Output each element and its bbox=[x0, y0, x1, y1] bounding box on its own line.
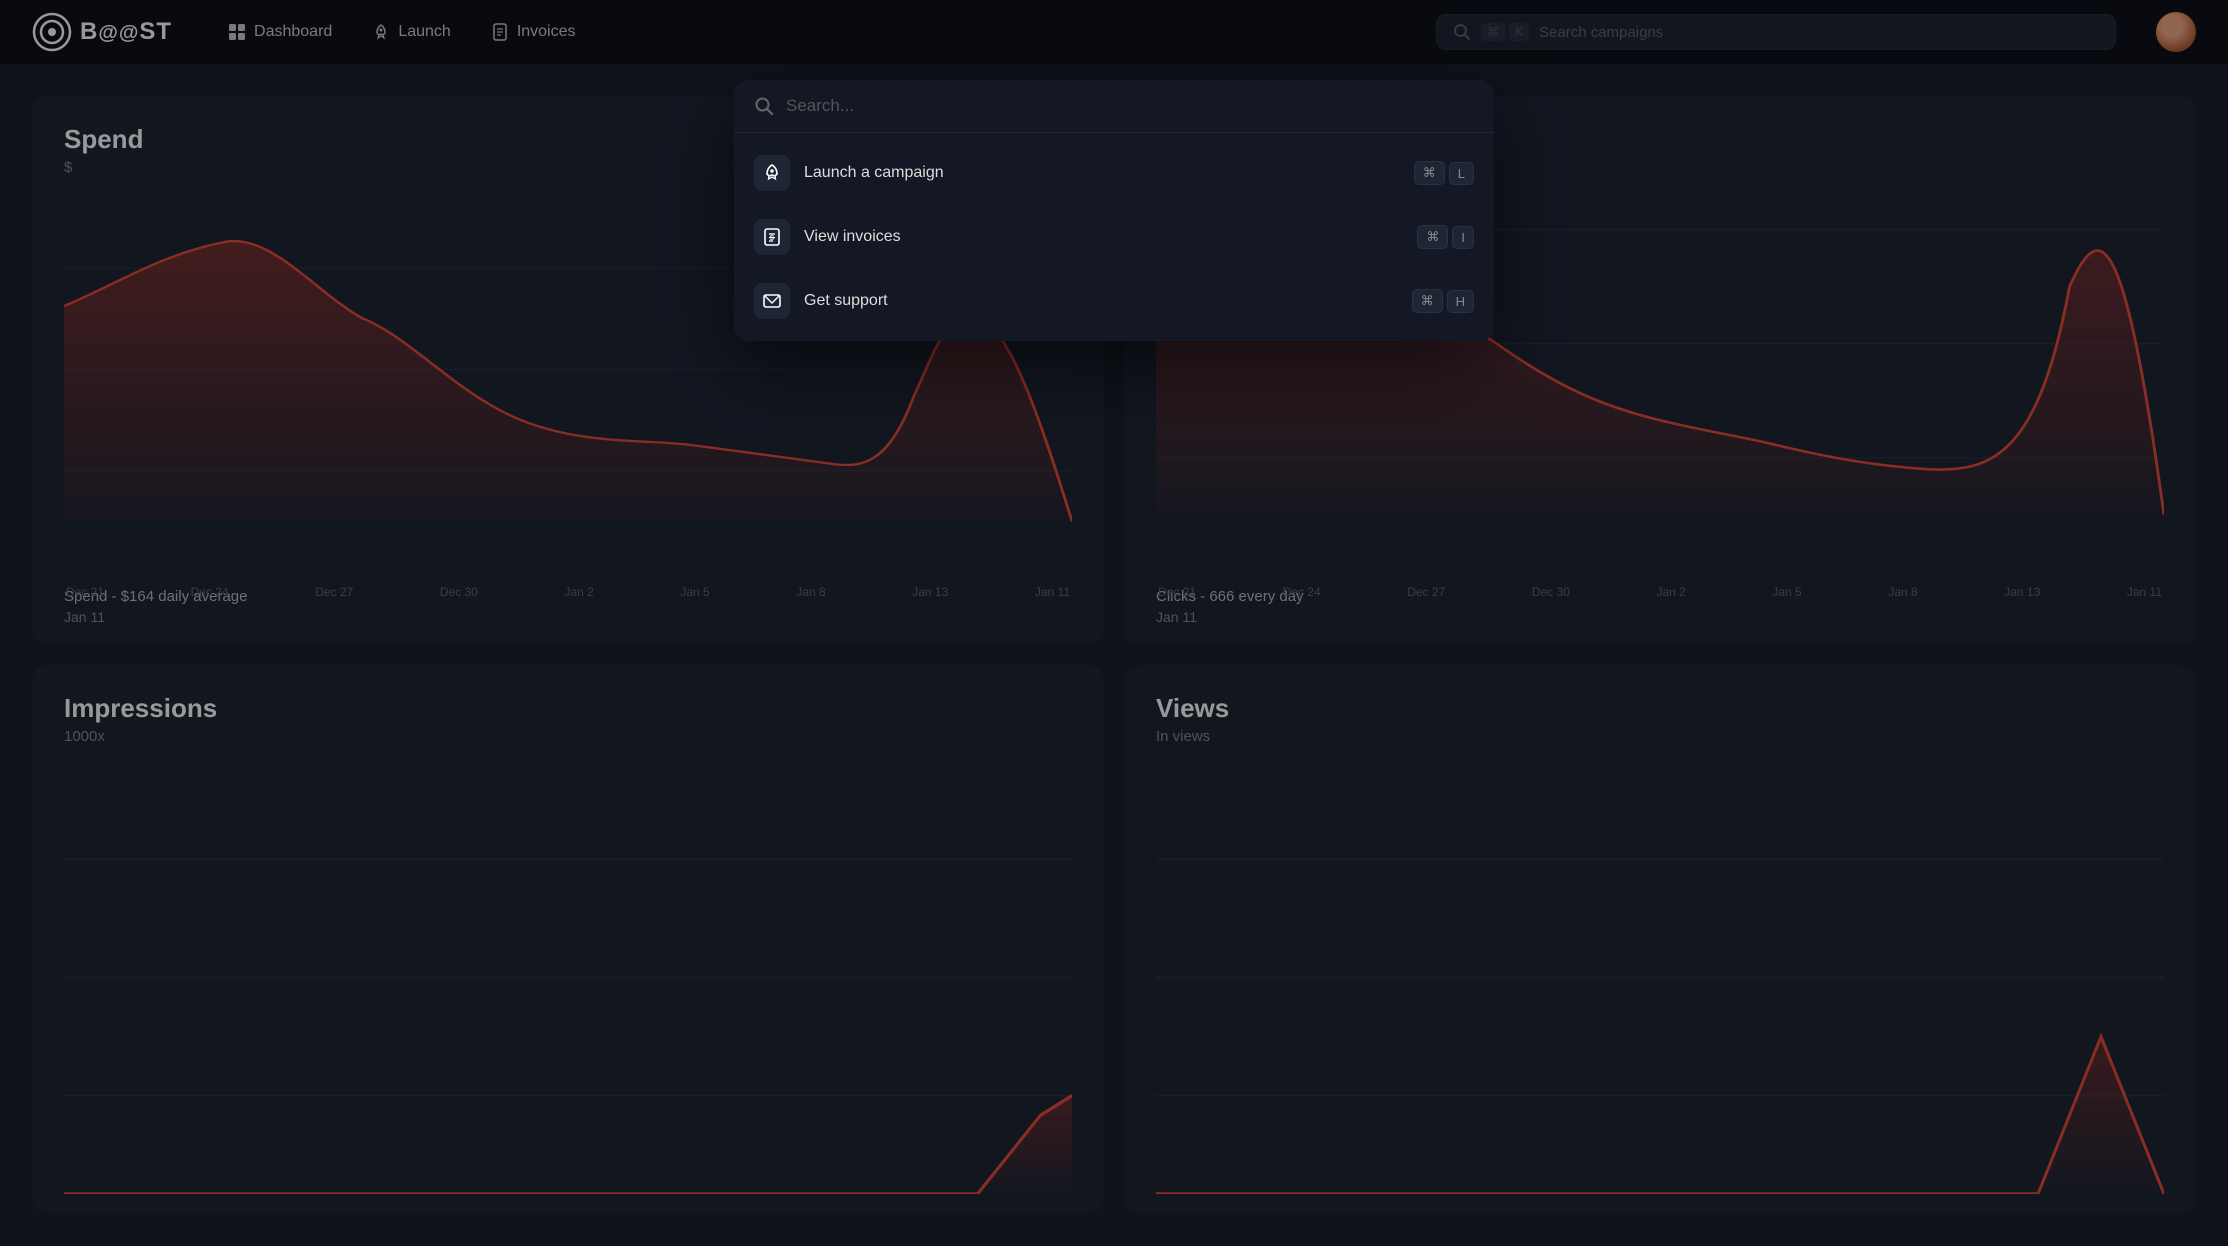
cp-invoices-shortcut: ⌘ I bbox=[1417, 225, 1474, 249]
cp-search-area bbox=[734, 80, 1494, 133]
cp-item-get-support[interactable]: Get support ⌘ H bbox=[734, 269, 1494, 333]
cp-search-input[interactable] bbox=[786, 96, 1474, 116]
rocket-icon bbox=[762, 163, 782, 183]
cp-invoices-label: View invoices bbox=[804, 228, 1403, 246]
cp-launch-label: Launch a campaign bbox=[804, 164, 1400, 182]
cp-support-label: Get support bbox=[804, 292, 1398, 310]
cp-launch-key: L bbox=[1449, 162, 1474, 185]
invoice-icon: $ bbox=[762, 227, 782, 247]
mail-icon bbox=[762, 291, 782, 311]
command-palette-overlay[interactable]: Launch a campaign ⌘ L $ View bbox=[0, 0, 2228, 1246]
cp-items-list: Launch a campaign ⌘ L $ View bbox=[734, 133, 1494, 341]
cp-item-launch-campaign[interactable]: Launch a campaign ⌘ L bbox=[734, 141, 1494, 205]
cp-support-icon bbox=[754, 283, 790, 319]
command-palette: Launch a campaign ⌘ L $ View bbox=[734, 80, 1494, 341]
svg-text:$: $ bbox=[770, 235, 774, 242]
cp-item-view-invoices[interactable]: $ View invoices ⌘ I bbox=[734, 205, 1494, 269]
cp-launch-shortcut: ⌘ L bbox=[1414, 161, 1474, 185]
cp-launch-mod: ⌘ bbox=[1414, 161, 1445, 185]
cp-support-key: H bbox=[1447, 290, 1474, 313]
cp-launch-icon bbox=[754, 155, 790, 191]
cp-support-mod: ⌘ bbox=[1412, 289, 1443, 313]
cp-search-icon bbox=[754, 96, 774, 116]
cp-invoices-icon: $ bbox=[754, 219, 790, 255]
cp-invoices-key: I bbox=[1452, 226, 1474, 249]
cp-support-shortcut: ⌘ H bbox=[1412, 289, 1474, 313]
cp-invoices-mod: ⌘ bbox=[1417, 225, 1448, 249]
